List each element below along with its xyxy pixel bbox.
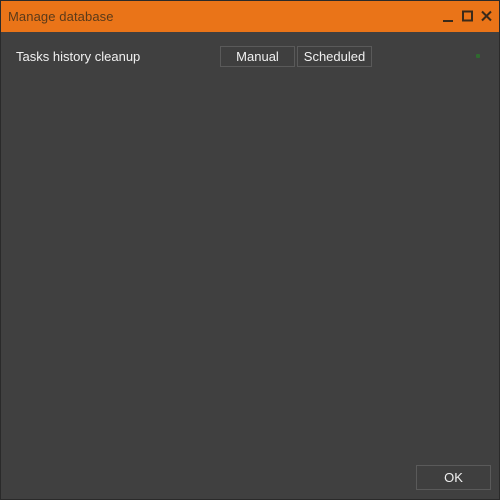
manual-button[interactable]: Manual [220,46,295,67]
ok-button[interactable]: OK [416,465,491,490]
title-bar[interactable]: Manage database [1,1,499,32]
maximize-icon[interactable] [461,8,474,24]
tasks-history-cleanup-label: Tasks history cleanup [16,49,141,64]
manage-database-window: Manage database Tasks history cleanup Ma… [0,0,500,500]
dialog-content: Tasks history cleanup Manual Scheduled O… [1,32,499,499]
window-title: Manage database [8,9,114,24]
window-controls [442,8,493,24]
close-icon[interactable] [480,8,493,24]
scheduled-button[interactable]: Scheduled [297,46,372,67]
status-indicator [476,54,480,58]
minimize-icon[interactable] [442,8,455,24]
